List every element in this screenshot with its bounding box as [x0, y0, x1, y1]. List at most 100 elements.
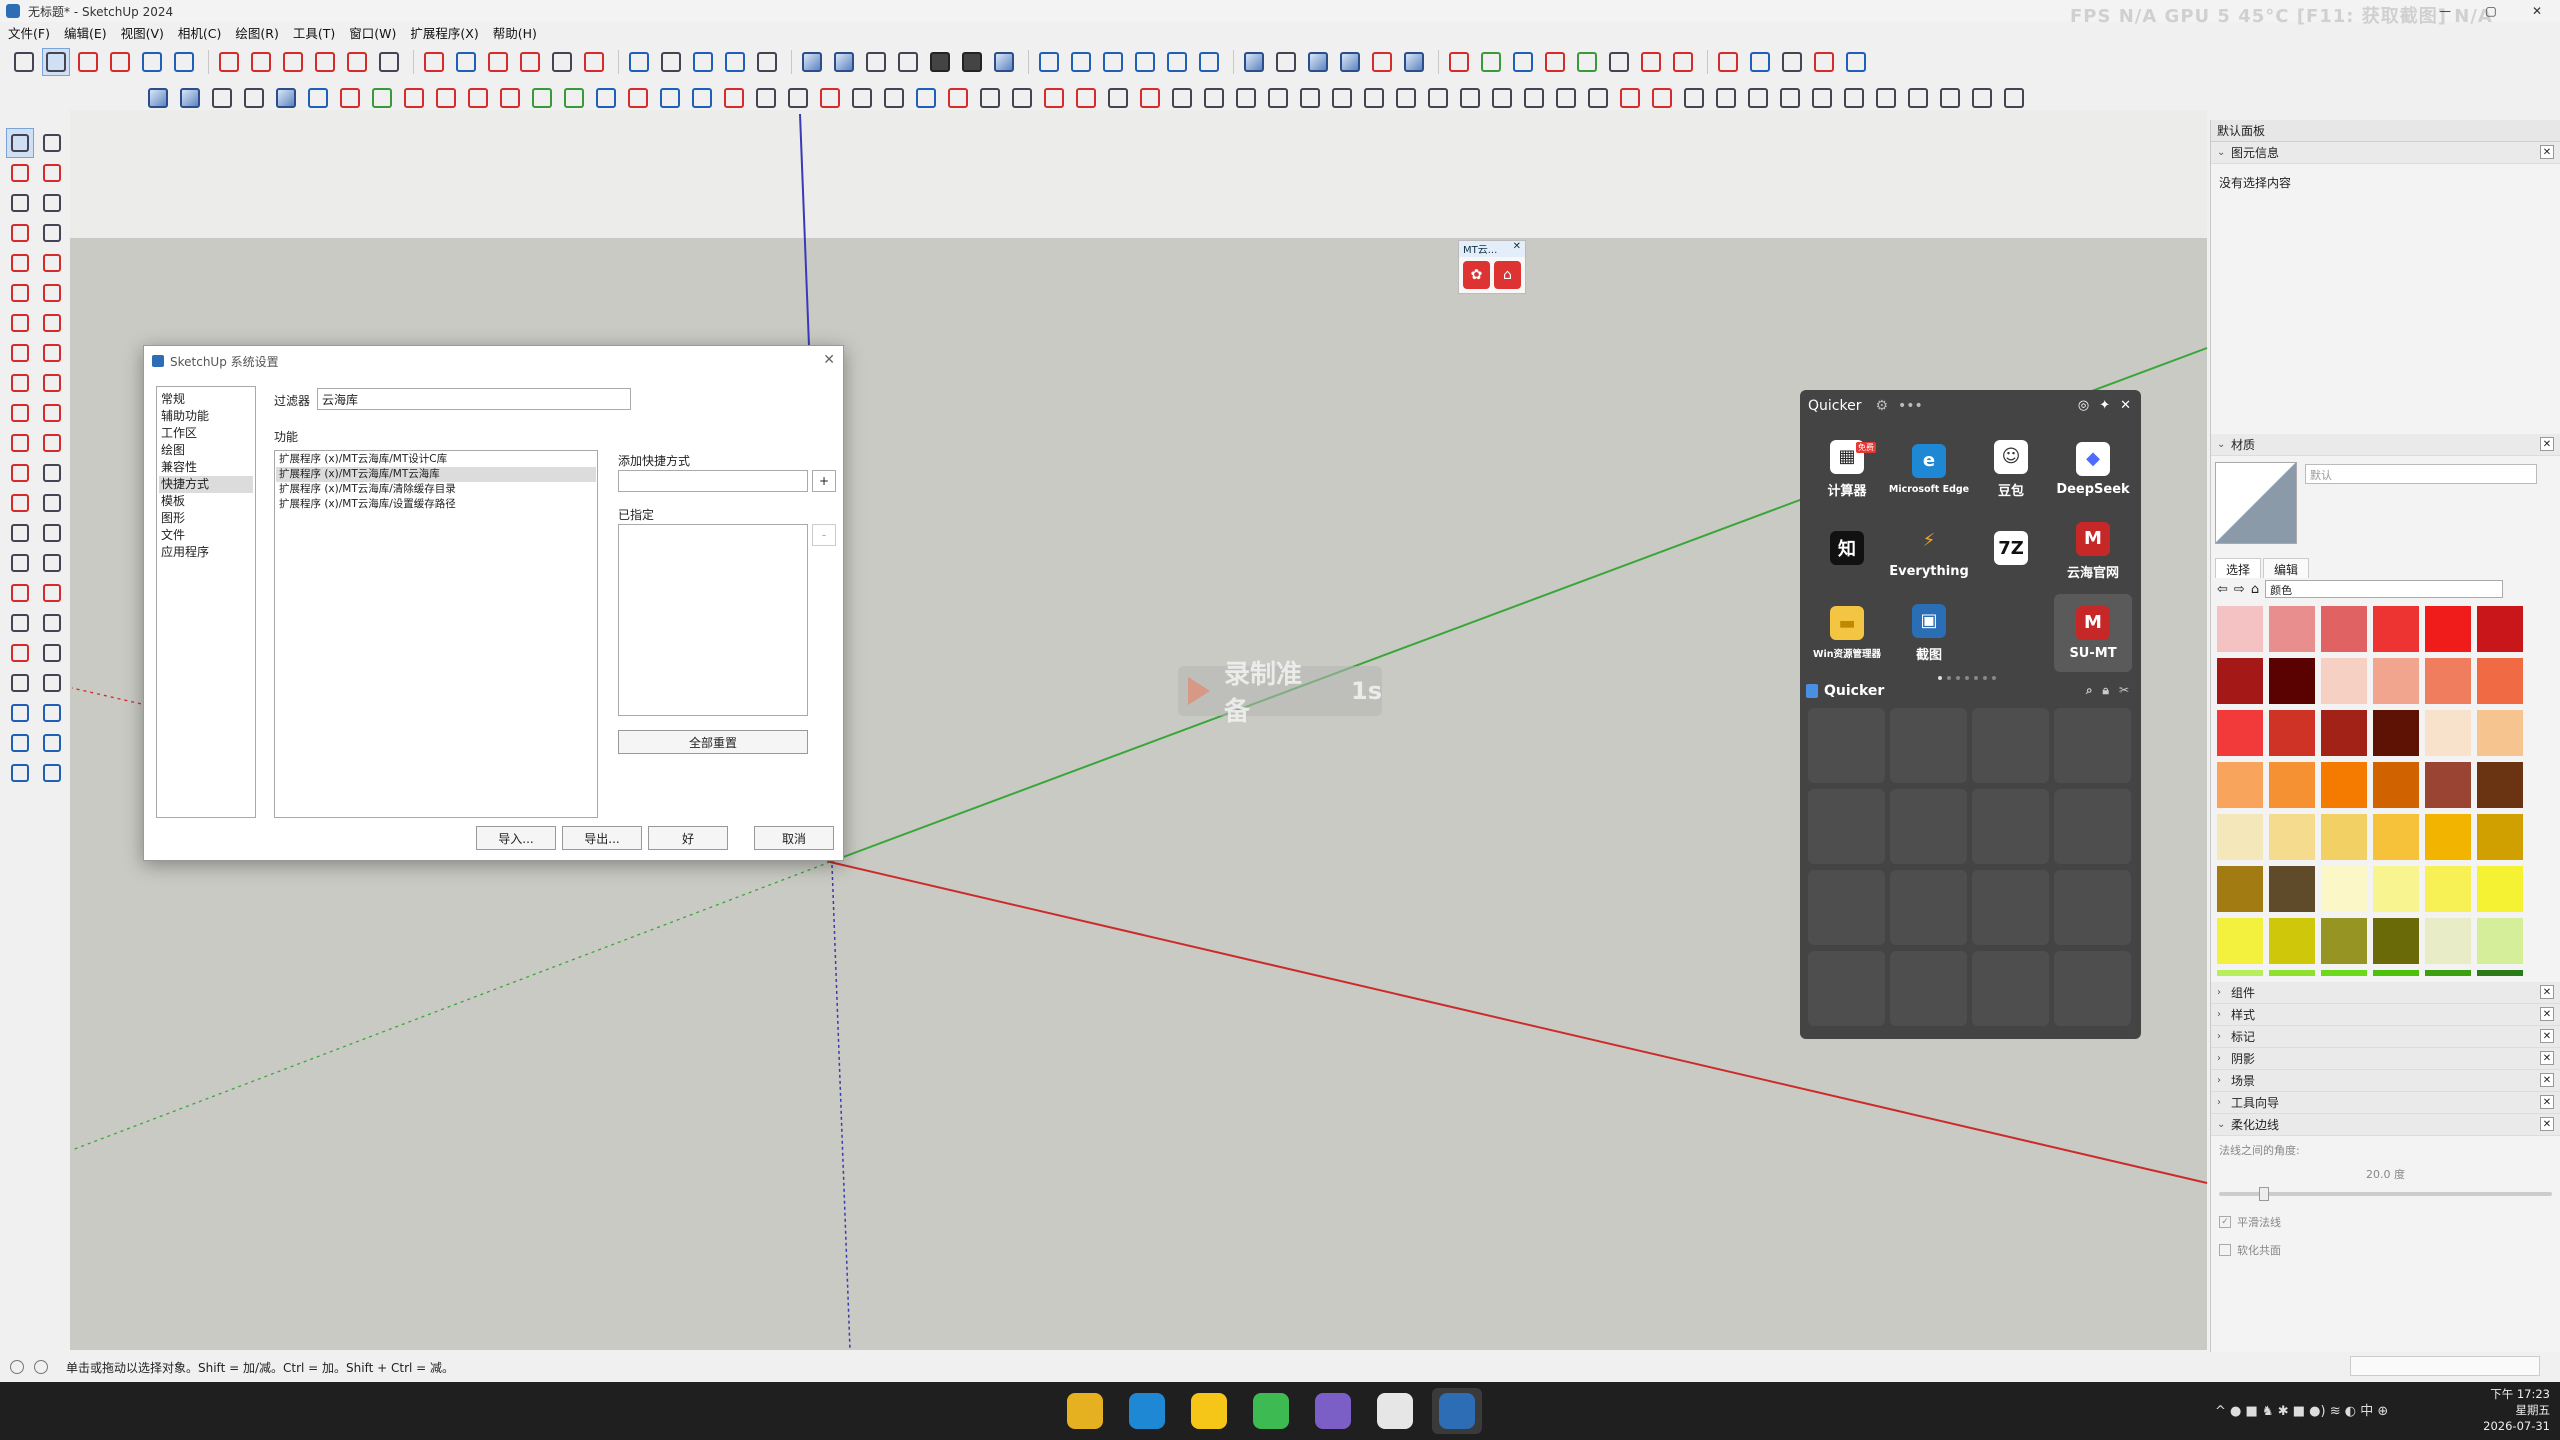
paint-bucket-icon[interactable] — [6, 158, 34, 188]
nav-accessibility[interactable]: 辅助功能 — [159, 408, 253, 425]
zoom-side-icon[interactable] — [6, 608, 34, 638]
ext-tool-52-icon[interactable] — [1776, 84, 1804, 112]
empty-slot[interactable] — [2054, 789, 2131, 864]
protractor-icon[interactable] — [38, 458, 66, 488]
back-arrow-icon[interactable]: ⇦ — [2217, 582, 2228, 597]
circle-icon[interactable] — [6, 278, 34, 308]
empty-slot[interactable] — [2054, 951, 2131, 1026]
color-swatch[interactable] — [2477, 710, 2523, 756]
pin-icon[interactable]: ✦ — [2099, 398, 2110, 413]
system-tray-icons[interactable]: ^ ● ■ ♞ ✱ ■ ●) ≋ ◐ 中 ⊕ — [2215, 1400, 2388, 1419]
ext-tool-8-icon[interactable] — [368, 84, 396, 112]
color-swatch[interactable] — [2269, 710, 2315, 756]
close-icon[interactable]: ✕ — [2540, 1117, 2554, 1131]
ext-tool-27-icon[interactable] — [976, 84, 1004, 112]
lasso-select-icon[interactable] — [38, 128, 66, 158]
display-sections-icon[interactable] — [6, 728, 34, 758]
style-backedges-icon[interactable] — [830, 48, 858, 76]
pie-icon[interactable] — [38, 338, 66, 368]
color-swatch[interactable] — [2269, 606, 2315, 652]
menu-tools[interactable]: 工具(T) — [293, 23, 335, 42]
ext-tool-51-icon[interactable] — [1744, 84, 1772, 112]
ext-tool-59-icon[interactable] — [2000, 84, 2028, 112]
quicker-action-7zip-icon[interactable]: 7Z — [1972, 512, 2050, 590]
color-swatch[interactable] — [2373, 710, 2419, 756]
menu-draw[interactable]: 绘图(R) — [235, 23, 278, 42]
dialog-close-button[interactable]: ✕ — [823, 352, 835, 368]
line-tool-icon[interactable] — [106, 48, 134, 76]
zoom-extents-icon[interactable] — [580, 48, 608, 76]
section-fill-icon[interactable] — [38, 728, 66, 758]
ext-tool-9-icon[interactable] — [400, 84, 428, 112]
cancel-button[interactable]: 取消 — [754, 826, 834, 850]
quicker-action-zhihu-icon[interactable]: 知 — [1808, 512, 1886, 590]
scenes-header[interactable]: › 场景 ✕ — [2211, 1070, 2560, 1092]
quicker-close-icon[interactable]: ✕ — [2120, 398, 2131, 413]
walk-icon[interactable] — [38, 668, 66, 698]
add-shortcut-button[interactable]: + — [812, 470, 836, 492]
scale-side-icon[interactable] — [6, 428, 34, 458]
close-icon[interactable]: ✕ — [2540, 1095, 2554, 1109]
extension-5-icon[interactable] — [1573, 48, 1601, 76]
nav-compatibility[interactable]: 兼容性 — [159, 459, 253, 476]
measurements-box[interactable] — [2350, 1356, 2540, 1376]
color-swatch[interactable] — [2269, 658, 2315, 704]
nav-applications[interactable]: 应用程序 — [159, 544, 253, 561]
tools-icon[interactable]: ✂ — [2119, 683, 2129, 698]
layers-icon[interactable] — [689, 48, 717, 76]
color-swatch[interactable] — [2425, 710, 2471, 756]
arc-side-icon[interactable] — [6, 308, 34, 338]
ext-tool-31-icon[interactable] — [1104, 84, 1132, 112]
empty-slot[interactable] — [1972, 870, 2049, 945]
color-swatch[interactable] — [2477, 866, 2523, 912]
color-swatch[interactable] — [2373, 814, 2419, 860]
section-display-icon[interactable] — [38, 698, 66, 728]
color-swatch[interactable] — [2217, 814, 2263, 860]
color-swatch[interactable] — [2477, 918, 2523, 964]
tape-measure-icon[interactable] — [420, 48, 448, 76]
account-circle-icon[interactable]: ◎ — [2078, 398, 2089, 413]
extension-4-icon[interactable] — [1541, 48, 1569, 76]
color-swatch[interactable] — [2321, 658, 2367, 704]
ext-tool-18-icon[interactable] — [688, 84, 716, 112]
ext-tool-10-icon[interactable] — [432, 84, 460, 112]
shadows-header[interactable]: › 阴影 ✕ — [2211, 1048, 2560, 1070]
right-view-icon[interactable] — [1336, 48, 1364, 76]
tape-side-icon[interactable] — [6, 458, 34, 488]
ext-tool-53-icon[interactable] — [1808, 84, 1836, 112]
filter-input[interactable]: 云海库 — [317, 388, 631, 410]
menu-extensions[interactable]: 扩展程序(X) — [410, 23, 478, 42]
rotate-tool-icon[interactable] — [311, 48, 339, 76]
style-textures-icon[interactable] — [958, 48, 986, 76]
color-swatch[interactable] — [2217, 866, 2263, 912]
color-swatch[interactable] — [2321, 606, 2367, 652]
add-shortcut-input[interactable] — [618, 470, 808, 492]
empty-slot[interactable] — [1890, 708, 1967, 783]
ext-tool-41-icon[interactable] — [1424, 84, 1452, 112]
ext-tool-4-icon[interactable] — [240, 84, 268, 112]
menu-window[interactable]: 窗口(W) — [349, 23, 396, 42]
text-label-icon[interactable] — [6, 518, 34, 548]
menu-camera[interactable]: 相机(C) — [178, 23, 221, 42]
eraser-icon[interactable] — [74, 48, 102, 76]
arc-tool-icon[interactable] — [138, 48, 166, 76]
menu-file[interactable]: 文件(F) — [8, 23, 50, 42]
chrome-taskbar-button[interactable] — [1060, 1388, 1110, 1434]
nav-workspace[interactable]: 工作区 — [159, 425, 253, 442]
empty-slot[interactable] — [2054, 708, 2131, 783]
empty-slot[interactable] — [1808, 789, 1885, 864]
extension-7-icon[interactable] — [1637, 48, 1665, 76]
smooth-normals-checkbox[interactable]: ✓ 平滑法线 — [2219, 1214, 2552, 1230]
ext-tool-58-icon[interactable] — [1968, 84, 1996, 112]
menu-edit[interactable]: 编辑(E) — [64, 23, 107, 42]
lock-icon[interactable]: 🔒︎ — [2103, 683, 2109, 698]
position-camera-icon[interactable] — [6, 668, 34, 698]
close-icon[interactable]: ✕ — [2540, 1029, 2554, 1043]
empty-slot[interactable] — [1972, 789, 2049, 864]
quicker-action-calculator-icon[interactable]: ▦ 免费 计算器 — [1808, 430, 1886, 508]
reset-all-button[interactable]: 全部重置 — [618, 730, 808, 754]
ext-tool-29-icon[interactable] — [1040, 84, 1068, 112]
empty-slot[interactable] — [2054, 870, 2131, 945]
color-swatch[interactable] — [2477, 814, 2523, 860]
components-header[interactable]: › 组件 ✕ — [2211, 982, 2560, 1004]
